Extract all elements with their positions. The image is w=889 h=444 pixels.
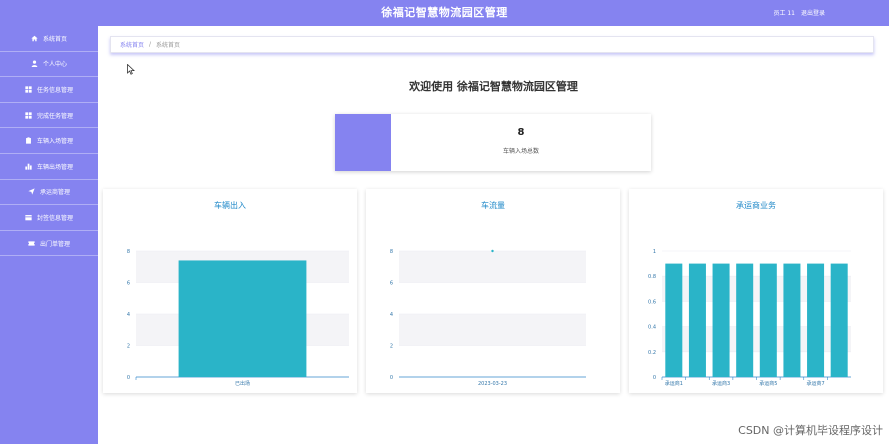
traffic-flow-chart: 0 2 4 6 8 2023-03-23 bbox=[390, 249, 586, 387]
sidebar-item-label: 封签信息管理 bbox=[36, 214, 73, 222]
sidebar-item-label: 任务信息管理 bbox=[36, 86, 73, 94]
stat-color-block bbox=[335, 114, 391, 171]
grid-band bbox=[399, 314, 586, 346]
y-tick-label: 0.2 bbox=[648, 350, 656, 356]
sidebar-item-completed-tasks[interactable]: 完成任务管理 bbox=[0, 103, 98, 129]
watermark: CSDN @计算机毕设程序设计 bbox=[738, 424, 883, 437]
bar bbox=[178, 260, 307, 377]
sidebar-item-label: 出门单管理 bbox=[39, 240, 70, 248]
chart-card-traffic-flow: 车流量 0 2 4 6 8 2023-03-23 bbox=[366, 189, 620, 393]
x-tick-label: 2023-03-23 bbox=[478, 381, 507, 387]
y-tick-label: 0.4 bbox=[648, 325, 656, 331]
grid-band bbox=[399, 251, 586, 283]
sidebar-item-label: 车辆出场管理 bbox=[36, 163, 73, 171]
bar bbox=[807, 263, 825, 377]
sidebar-item-vehicle-entry[interactable]: 车辆入场管理 bbox=[0, 128, 98, 154]
sidebar-item-label: 系统首页 bbox=[42, 35, 67, 43]
grid-icon bbox=[25, 111, 32, 119]
y-tick-label: 8 bbox=[390, 249, 393, 255]
y-tick-label: 6 bbox=[390, 281, 393, 287]
y-tick-label: 0 bbox=[127, 375, 130, 381]
bar bbox=[712, 263, 730, 377]
bar bbox=[830, 263, 848, 377]
x-tick-label: 承运商3 bbox=[712, 380, 730, 387]
sidebar-item-vehicle-exit[interactable]: 车辆出场管理 bbox=[0, 154, 98, 180]
breadcrumb-current: 系统首页 bbox=[156, 42, 181, 49]
top-bar: 徐福记智慧物流园区管理 员工 11 退出登录 bbox=[0, 0, 889, 26]
chart-card-carrier-business: 承运商业务 0 0.2 0.4 0.6 0.8 1 承运商1 承运商3 承运商5 承运商7 bbox=[629, 189, 883, 393]
sidebar-item-carriers[interactable]: 承运商管理 bbox=[0, 180, 98, 206]
data-point bbox=[491, 249, 494, 253]
bar bbox=[688, 263, 706, 377]
y-tick-label: 2 bbox=[390, 344, 393, 350]
sidebar-item-task-info[interactable]: 任务信息管理 bbox=[0, 77, 98, 103]
sidebar-item-label: 车辆入场管理 bbox=[36, 138, 73, 146]
x-tick-label: 已出场 bbox=[235, 380, 250, 387]
chart-card-vehicle-in-out: 车辆出入 0 2 4 6 8 已出场 bbox=[103, 189, 357, 393]
y-tick-label: 0.6 bbox=[648, 299, 656, 305]
y-tick-label: 6 bbox=[127, 281, 130, 287]
y-tick-label: 2 bbox=[127, 344, 130, 350]
mouse-cursor-icon bbox=[127, 64, 135, 75]
stat-value: 8 bbox=[517, 127, 525, 138]
sidebar-item-profile[interactable]: 个人中心 bbox=[0, 52, 98, 78]
y-tick-label: 4 bbox=[390, 312, 393, 318]
ticket-icon bbox=[28, 240, 35, 247]
x-tick-label: 承运商7 bbox=[806, 380, 824, 387]
sidebar-item-exit-pass[interactable]: 出门单管理 bbox=[0, 231, 98, 257]
user-icon bbox=[31, 60, 38, 68]
x-tick-label: 承运商5 bbox=[759, 380, 777, 387]
bar bbox=[736, 263, 754, 377]
sidebar-item-seals[interactable]: 封签信息管理 bbox=[0, 205, 98, 231]
main-content: 系统首页 / 系统首页 欢迎使用 徐福记智慧物流园区管理 8 车辆入场总数 车辆… bbox=[98, 26, 889, 444]
current-user: 员工 11 bbox=[773, 10, 795, 17]
app-title: 徐福记智慧物流园区管理 bbox=[381, 6, 508, 19]
home-icon bbox=[31, 35, 38, 42]
sidebar-item-home[interactable]: 系统首页 bbox=[0, 26, 98, 52]
y-tick-label: 0.8 bbox=[648, 274, 656, 280]
send-icon bbox=[28, 188, 35, 196]
stat-card-vehicle-entries: 8 车辆入场总数 bbox=[335, 114, 651, 171]
y-tick-label: 4 bbox=[127, 312, 130, 318]
y-tick-label: 0 bbox=[653, 375, 656, 381]
y-tick-label: 0 bbox=[390, 375, 393, 381]
grid-icon bbox=[25, 86, 32, 93]
x-tick-label: 承运商1 bbox=[665, 380, 683, 387]
sidebar-item-label: 完成任务管理 bbox=[36, 112, 73, 120]
bar-chart-icon bbox=[25, 163, 32, 170]
breadcrumb-root[interactable]: 系统首页 bbox=[120, 40, 144, 49]
seal-icon bbox=[25, 214, 32, 221]
sidebar: 系统首页 个人中心 任务信息管理 完成任务管理 车辆入场管理 车辆出场管理 承运… bbox=[0, 26, 98, 444]
breadcrumb: 系统首页 / 系统首页 bbox=[110, 36, 874, 53]
bar bbox=[783, 263, 801, 377]
vehicle-in-out-chart: 0 2 4 6 8 已出场 bbox=[127, 249, 349, 387]
welcome-heading: 欢迎使用 徐福记智慧物流园区管理 bbox=[409, 80, 578, 93]
logout-link[interactable]: 退出登录 bbox=[801, 8, 825, 17]
stat-label: 车辆入场总数 bbox=[502, 148, 539, 155]
sidebar-item-label: 个人中心 bbox=[42, 61, 67, 69]
clipboard-icon bbox=[25, 137, 32, 144]
bar bbox=[665, 263, 683, 377]
carrier-business-chart: 0 0.2 0.4 0.6 0.8 1 承运商1 承运商3 承运商5 承运商7 bbox=[648, 249, 851, 387]
sidebar-item-label: 承运商管理 bbox=[39, 189, 70, 197]
breadcrumb-separator: / bbox=[149, 41, 152, 48]
y-tick-label: 8 bbox=[127, 249, 130, 255]
bar bbox=[759, 263, 777, 377]
y-tick-label: 1 bbox=[653, 249, 656, 255]
